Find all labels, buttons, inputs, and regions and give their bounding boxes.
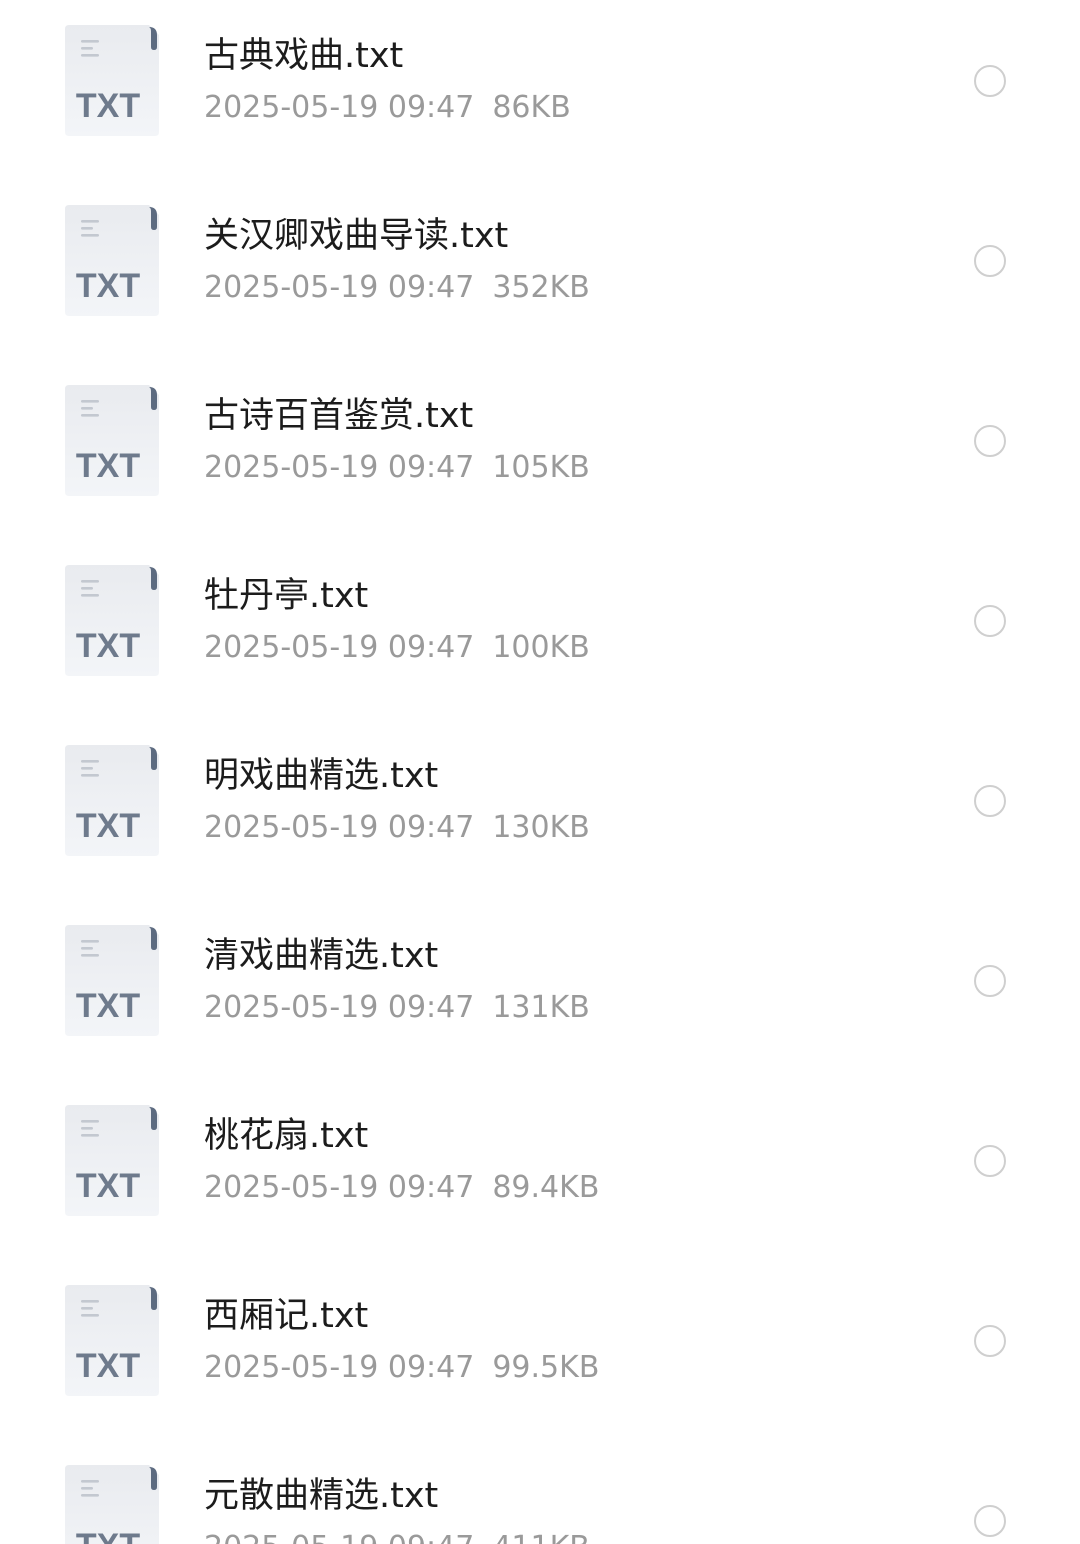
txt-file-icon: TXT — [65, 25, 159, 136]
select-radio-button[interactable] — [974, 965, 1006, 997]
file-size: 100KB — [492, 630, 590, 665]
svg-text:TXT: TXT — [76, 987, 140, 1025]
svg-text:TXT: TXT — [76, 1347, 140, 1385]
file-date: 2025-05-19 09:47 — [204, 1170, 475, 1205]
select-radio-button[interactable] — [974, 1505, 1006, 1537]
file-size: 105KB — [492, 450, 590, 485]
file-date: 2025-05-19 09:47 — [204, 990, 475, 1025]
txt-file-icon: TXT — [65, 1465, 159, 1544]
file-list-item[interactable]: TXT 西厢记.txt 2025-05-19 09:47 99.5KB — [0, 1260, 1080, 1440]
file-list-item[interactable]: TXT 桃花扇.txt 2025-05-19 09:47 89.4KB — [0, 1080, 1080, 1260]
file-date: 2025-05-19 09:47 — [204, 270, 475, 305]
file-size: 89.4KB — [492, 1170, 600, 1205]
file-meta: 2025-05-19 09:47 411KB — [204, 1528, 590, 1544]
select-radio-button[interactable] — [974, 1145, 1006, 1177]
svg-text:TXT: TXT — [76, 87, 140, 125]
file-size: 411KB — [492, 1530, 590, 1544]
file-list-item[interactable]: TXT 明戏曲精选.txt 2025-05-19 09:47 130KB — [0, 720, 1080, 900]
select-radio-button[interactable] — [974, 65, 1006, 97]
txt-file-icon: TXT — [65, 1105, 159, 1216]
svg-text:TXT: TXT — [76, 267, 140, 305]
file-list-item[interactable]: TXT 清戏曲精选.txt 2025-05-19 09:47 131KB — [0, 900, 1080, 1080]
txt-file-icon: TXT — [65, 745, 159, 856]
file-name: 桃花扇.txt — [204, 1116, 369, 1156]
txt-file-icon: TXT — [65, 925, 159, 1036]
file-meta: 2025-05-19 09:47 352KB — [204, 268, 590, 308]
file-size: 130KB — [492, 810, 590, 845]
file-date: 2025-05-19 09:47 — [204, 1350, 475, 1385]
file-name: 元散曲精选.txt — [204, 1476, 439, 1516]
file-name: 古典戏曲.txt — [204, 36, 404, 76]
file-date: 2025-05-19 09:47 — [204, 810, 475, 845]
file-meta: 2025-05-19 09:47 89.4KB — [204, 1168, 599, 1208]
file-name: 关汉卿戏曲导读.txt — [204, 216, 509, 256]
txt-file-icon: TXT — [65, 1285, 159, 1396]
select-radio-button[interactable] — [974, 605, 1006, 637]
file-list-item[interactable]: TXT 关汉卿戏曲导读.txt 2025-05-19 09:47 352KB — [0, 180, 1080, 360]
file-size: 352KB — [492, 270, 590, 305]
svg-text:TXT: TXT — [76, 447, 140, 485]
file-list-item[interactable]: TXT 元散曲精选.txt 2025-05-19 09:47 411KB — [0, 1440, 1080, 1544]
file-meta: 2025-05-19 09:47 99.5KB — [204, 1348, 599, 1388]
file-date: 2025-05-19 09:47 — [204, 450, 475, 485]
select-radio-button[interactable] — [974, 245, 1006, 277]
file-list-item[interactable]: TXT 古诗百首鉴赏.txt 2025-05-19 09:47 105KB — [0, 360, 1080, 540]
file-size: 99.5KB — [492, 1350, 600, 1385]
file-meta: 2025-05-19 09:47 105KB — [204, 448, 590, 488]
file-date: 2025-05-19 09:47 — [204, 90, 475, 125]
txt-file-icon: TXT — [65, 565, 159, 676]
file-name: 古诗百首鉴赏.txt — [204, 396, 474, 436]
txt-file-icon: TXT — [65, 385, 159, 496]
file-list-item[interactable]: TXT 古典戏曲.txt 2025-05-19 09:47 86KB — [0, 0, 1080, 180]
file-meta: 2025-05-19 09:47 131KB — [204, 988, 590, 1028]
svg-text:TXT: TXT — [76, 1167, 140, 1205]
file-name: 清戏曲精选.txt — [204, 936, 439, 976]
file-name: 明戏曲精选.txt — [204, 756, 439, 796]
file-list: TXT 古典戏曲.txt 2025-05-19 09:47 86KB TXT 关… — [0, 0, 1080, 1544]
txt-file-icon: TXT — [65, 205, 159, 316]
file-meta: 2025-05-19 09:47 130KB — [204, 808, 590, 848]
select-radio-button[interactable] — [974, 1325, 1006, 1357]
file-name: 牡丹亭.txt — [204, 576, 369, 616]
file-meta: 2025-05-19 09:47 100KB — [204, 628, 590, 668]
select-radio-button[interactable] — [974, 785, 1006, 817]
file-date: 2025-05-19 09:47 — [204, 1530, 474, 1544]
file-size: 86KB — [492, 90, 571, 125]
svg-text:TXT: TXT — [76, 807, 140, 845]
file-name: 西厢记.txt — [204, 1296, 369, 1336]
file-date: 2025-05-19 09:47 — [204, 630, 475, 665]
svg-text:TXT: TXT — [76, 1527, 140, 1544]
file-meta: 2025-05-19 09:47 86KB — [204, 88, 571, 128]
file-size: 131KB — [492, 990, 590, 1025]
select-radio-button[interactable] — [974, 425, 1006, 457]
svg-text:TXT: TXT — [76, 627, 140, 665]
file-list-item[interactable]: TXT 牡丹亭.txt 2025-05-19 09:47 100KB — [0, 540, 1080, 720]
